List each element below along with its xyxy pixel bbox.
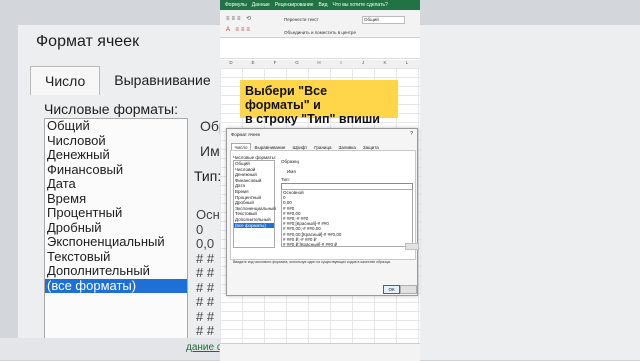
type-code-item[interactable]: # ##0 ₽;[Красный]-# ##0 ₽	[282, 242, 412, 246]
column-header[interactable]: H	[308, 60, 330, 68]
format-list-item[interactable]: Дополнительный	[234, 217, 274, 223]
background-formats-list: Общий Числовой Денежный Финансовый Дата Время…	[44, 118, 188, 360]
background-type-value: # #	[196, 279, 215, 295]
column-header[interactable]: F	[264, 60, 286, 68]
formula-bar[interactable]	[220, 48, 420, 59]
number-format-select[interactable]: Общий	[362, 16, 405, 24]
background-tab-alignment: Выравнивание	[100, 66, 226, 95]
background-format-item: Денежный	[47, 147, 110, 162]
background-format-item: Процентный	[47, 205, 123, 220]
tell-me-search[interactable]: Что вы хотите сделать?	[333, 2, 388, 8]
formats-list[interactable]: Общий Числовой Денежный Финансовый Дата Время…	[233, 160, 276, 248]
column-header[interactable]: I	[330, 60, 352, 68]
background-format-item: Экспоненциальный	[47, 234, 165, 249]
ribbon: ≡≡≡ ⟲ A ≡≡≡ Перенести текст Объединить и…	[220, 10, 420, 38]
format-cells-dialog: Формат ячеек ? Число Выравнивание Шрифт Гра…	[226, 128, 419, 296]
font-color-icon[interactable]: A ≡≡≡	[226, 27, 252, 33]
ribbon-tabs: Формулы Данные Рецензирование Вид Что вы…	[220, 0, 420, 10]
instruction-banner: Выбери "Все форматы" и в строку "Тип" вп…	[240, 80, 398, 140]
background-format-item: Числовой	[47, 132, 106, 148]
background-format-item: Дробный	[47, 219, 102, 235]
cancel-button[interactable]	[400, 285, 417, 294]
background-format-item: Текстовый	[47, 248, 111, 264]
help-icon[interactable]: ?	[410, 131, 413, 137]
alignment-icons[interactable]: ≡≡≡ ⟲	[226, 15, 253, 22]
background-type-value: # #	[196, 250, 215, 266]
background-tab-number: Число	[30, 66, 101, 95]
banner-line-1: Выбери "Все форматы" и	[245, 84, 328, 112]
tab-formulas[interactable]: Формулы	[225, 2, 247, 8]
background-dialog-title: Формат ячеек	[36, 33, 140, 50]
merge-center-button[interactable]: Объединить и поместить в центре	[284, 30, 356, 35]
background-format-item: Время	[47, 190, 87, 206]
type-label: Тип:	[281, 177, 290, 182]
ok-button[interactable]: ОК	[383, 285, 400, 294]
background-format-item: Общий	[47, 118, 90, 133]
background-type-value: Осн	[196, 207, 220, 222]
column-header[interactable]: G	[286, 60, 308, 68]
column-header[interactable]: D	[220, 60, 242, 68]
background-format-item: Финансовый	[47, 161, 124, 177]
background-format-item: (все форматы)	[45, 278, 187, 293]
tab-view[interactable]: Вид	[318, 2, 327, 8]
tab-review[interactable]: Рецензирование	[275, 2, 314, 8]
column-header[interactable]: J	[352, 60, 374, 68]
wrap-text-button[interactable]: Перенести текст	[284, 17, 319, 22]
column-header[interactable]: K	[374, 60, 396, 68]
column-header[interactable]: E	[242, 60, 264, 68]
background-type-value: # #	[196, 294, 215, 309]
sample-value: Имя	[287, 169, 296, 174]
dialog-hint: Введите код числового формата, используя…	[233, 260, 391, 264]
background-format-item: Дата	[47, 176, 76, 191]
background-type-label: Тип:	[194, 168, 222, 184]
column-header[interactable]: L	[396, 60, 418, 68]
background-type-value: # #	[196, 323, 215, 338]
tab-data[interactable]: Данные	[252, 2, 270, 8]
dialog-title: Формат ячеек	[231, 132, 260, 137]
sheet-tab-bar	[220, 343, 420, 361]
format-list-item[interactable]: (все форматы)	[234, 222, 274, 229]
type-codes-list[interactable]: Основной 0 0,00 # ##0 # ##0,00 # ##0;-# ##0 # …	[281, 189, 413, 247]
background-type-value: 0	[196, 221, 204, 237]
delete-button[interactable]	[405, 243, 419, 250]
background-sample-value: Им	[200, 143, 220, 159]
sample-label: Образец	[281, 159, 300, 164]
background-type-value: # #	[196, 265, 215, 280]
background-right-area	[420, 25, 640, 360]
background-type-value: # #	[196, 308, 215, 324]
background-format-item: Дополнительный	[47, 263, 150, 278]
background-formats-label: Числовые форматы:	[44, 101, 178, 117]
background-type-value: 0,0	[196, 236, 215, 251]
background-type-values: Осн 0 0,0 # # # # # # # # # # # #	[196, 207, 220, 339]
